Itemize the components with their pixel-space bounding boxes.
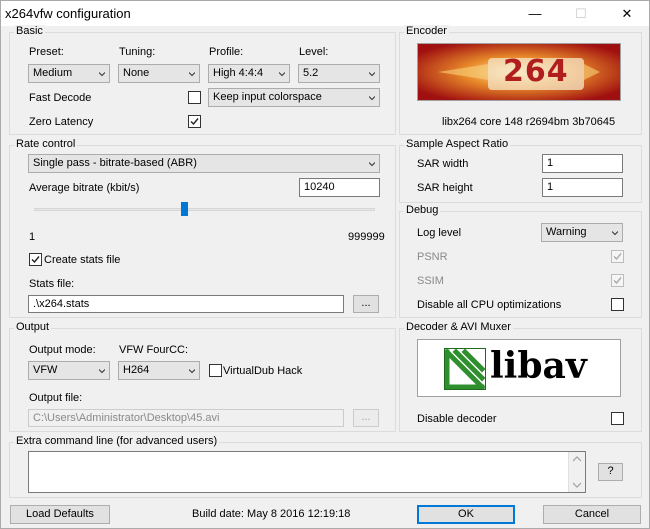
close-button[interactable]: ✕	[604, 1, 649, 26]
checkmark-icon	[613, 277, 622, 285]
vfw-fourcc-select[interactable]: H264	[118, 361, 200, 380]
decoder-group-title: Decoder & AVI Muxer	[404, 321, 513, 333]
stats-file-label: Stats file:	[29, 278, 75, 290]
checkmark-icon	[190, 118, 199, 126]
disable-decoder-label: Disable decoder	[417, 413, 497, 425]
profile-label: Profile:	[209, 46, 244, 58]
log-level-select[interactable]: Warning	[541, 223, 623, 242]
preset-select[interactable]: Medium	[28, 64, 110, 83]
create-stats-label: Create stats file	[44, 254, 121, 266]
chevron-down-icon	[99, 369, 105, 374]
chevron-down-icon	[369, 72, 375, 77]
sar-width-input[interactable]: 1	[542, 154, 623, 173]
title-bar: x264vfw configuration — ☐ ✕	[1, 1, 649, 26]
level-value: 5.2	[303, 67, 319, 79]
load-defaults-button[interactable]: Load Defaults	[10, 505, 110, 524]
average-bitrate-label: Average bitrate (kbit/s)	[29, 182, 140, 194]
minimize-button[interactable]: —	[512, 1, 558, 26]
virtualdub-hack-checkbox[interactable]	[209, 364, 222, 377]
checkmark-icon	[31, 256, 40, 264]
output-group-title: Output	[14, 321, 52, 333]
preset-label: Preset:	[29, 46, 64, 58]
rate-control-mode-select[interactable]: Single pass - bitrate-based (ABR)	[28, 154, 380, 173]
level-label: Level:	[299, 46, 329, 58]
tuning-select[interactable]: None	[118, 64, 200, 83]
debug-group-title: Debug	[404, 204, 441, 216]
psnr-label: PSNR	[417, 251, 448, 263]
vfw-fourcc-value: H264	[123, 364, 150, 376]
fast-decode-label: Fast Decode	[29, 92, 92, 104]
profile-select[interactable]: High 4:4:4	[208, 64, 290, 83]
slider-max-label: 999999	[348, 231, 385, 243]
encoder-version: libx264 core 148 r2694bm 3b70645	[442, 116, 616, 128]
chevron-down-icon	[612, 231, 618, 236]
help-button[interactable]: ?	[598, 463, 623, 481]
chevron-down-icon	[279, 72, 285, 77]
log-level-label: Log level	[417, 227, 462, 239]
chevron-down-icon	[369, 162, 375, 167]
profile-value: High 4:4:4	[213, 67, 264, 79]
create-stats-checkbox[interactable]	[29, 253, 42, 266]
preset-value: Medium	[33, 67, 73, 79]
libav-logo: libav	[417, 339, 621, 397]
stats-file-browse-button[interactable]: ...	[353, 295, 379, 313]
log-level-value: Warning	[546, 226, 587, 238]
virtualdub-hack-label: VirtualDub Hack	[223, 365, 303, 377]
maximize-button[interactable]: ☐	[558, 1, 604, 26]
ssim-checkbox[interactable]	[611, 274, 624, 287]
level-select[interactable]: 5.2	[298, 64, 380, 83]
sar-height-input[interactable]: 1	[542, 178, 623, 197]
tuning-label: Tuning:	[119, 46, 156, 58]
chevron-down-icon	[369, 96, 375, 101]
sar-group-title: Sample Aspect Ratio	[404, 138, 511, 150]
encoder-group-title: Encoder	[404, 25, 449, 37]
output-file-label: Output file:	[29, 392, 83, 404]
psnr-checkbox[interactable]	[611, 250, 624, 263]
output-mode-value: VFW	[33, 364, 58, 376]
build-date-label: Build date: May 8 2016 12:19:18	[192, 508, 351, 520]
scroll-down-icon[interactable]	[573, 482, 581, 488]
colorspace-select[interactable]: Keep input colorspace	[208, 88, 380, 107]
basic-group-title: Basic	[14, 25, 45, 37]
libav-logo-icon	[444, 348, 486, 390]
output-file-browse-button[interactable]: ...	[353, 409, 379, 427]
chevron-down-icon	[99, 72, 105, 77]
rate-control-group-title: Rate control	[14, 138, 78, 150]
output-mode-label: Output mode:	[29, 344, 96, 356]
stats-file-input[interactable]: .\x264.stats	[28, 295, 344, 313]
output-mode-select[interactable]: VFW	[28, 361, 110, 380]
window-title: x264vfw configuration	[5, 6, 131, 21]
checkmark-icon	[613, 253, 622, 261]
disable-cpu-checkbox[interactable]	[611, 298, 624, 311]
rate-control-mode-value: Single pass - bitrate-based (ABR)	[33, 157, 197, 169]
ok-button[interactable]: OK	[417, 505, 515, 524]
sar-height-label: SAR height	[417, 182, 473, 194]
cancel-button[interactable]: Cancel	[543, 505, 641, 524]
sar-width-label: SAR width	[417, 158, 469, 170]
output-file-input[interactable]: C:\Users\Administrator\Desktop\45.avi	[28, 409, 344, 427]
bitrate-slider-thumb[interactable]	[180, 202, 188, 216]
ssim-label: SSIM	[417, 275, 444, 287]
disable-decoder-checkbox[interactable]	[611, 412, 624, 425]
bitrate-slider-track[interactable]	[34, 208, 375, 211]
slider-min-label: 1	[29, 231, 36, 243]
extra-command-line-scrollbar[interactable]	[568, 452, 585, 492]
config-window: x264vfw configuration — ☐ ✕ Basic Preset…	[0, 0, 650, 529]
libav-logo-text: libav	[490, 345, 587, 387]
chevron-down-icon	[189, 369, 195, 374]
chevron-down-icon	[189, 72, 195, 77]
colorspace-value: Keep input colorspace	[213, 91, 322, 103]
extra-command-line-input[interactable]	[28, 451, 586, 493]
x264-logo: 264	[417, 43, 621, 101]
zero-latency-checkbox[interactable]	[188, 115, 201, 128]
tuning-value: None	[123, 67, 150, 79]
fast-decode-checkbox[interactable]	[188, 91, 201, 104]
x264-logo-text: 264	[503, 54, 569, 89]
average-bitrate-input[interactable]: 10240	[299, 178, 380, 197]
disable-cpu-label: Disable all CPU optimizations	[417, 299, 562, 311]
zero-latency-label: Zero Latency	[29, 116, 94, 128]
extra-command-line-title: Extra command line (for advanced users)	[14, 435, 220, 447]
scroll-up-icon[interactable]	[573, 456, 581, 462]
vfw-fourcc-label: VFW FourCC:	[119, 344, 189, 356]
